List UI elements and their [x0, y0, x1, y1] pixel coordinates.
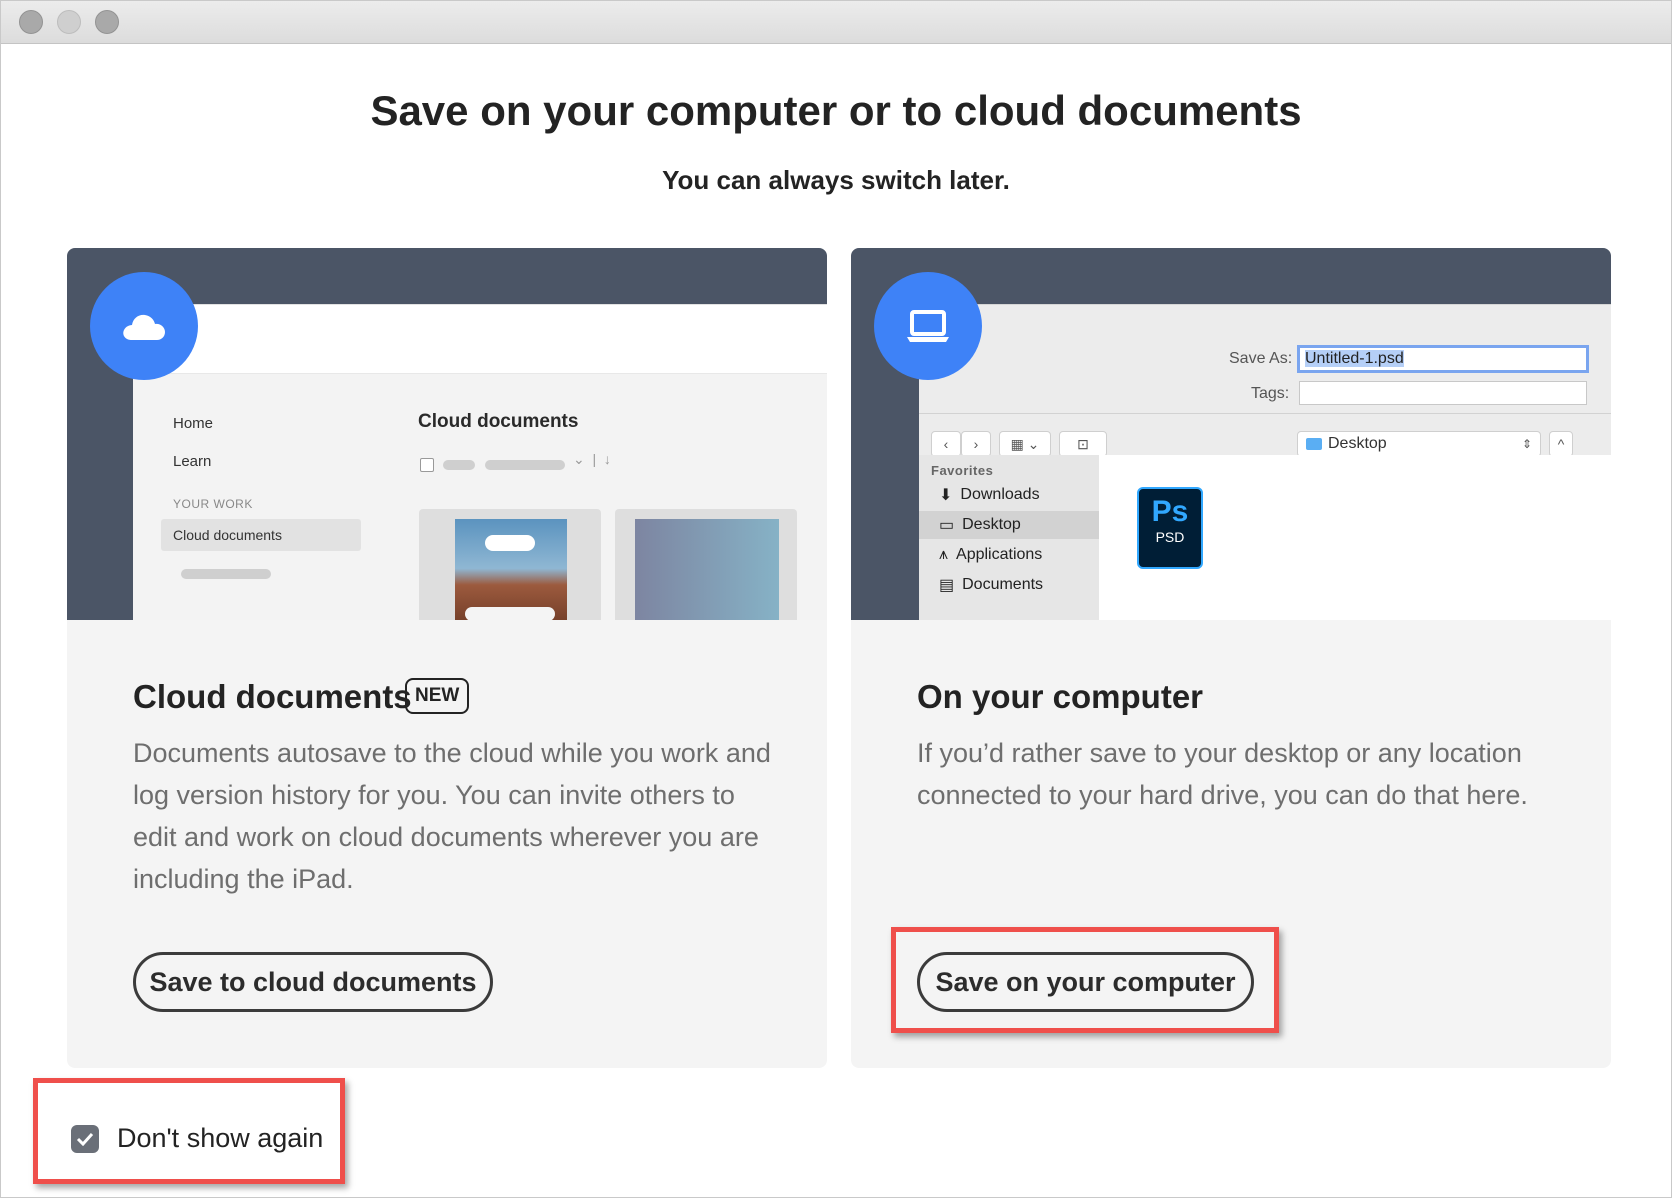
mock-new-folder-icon: ⊡	[1059, 431, 1107, 457]
mock-location-select: Desktop ⇕	[1297, 431, 1541, 457]
applications-icon: ⩚	[939, 546, 949, 563]
cloud-icon	[123, 314, 165, 340]
save-to-cloud-button[interactable]: Save to cloud documents	[133, 952, 493, 1012]
dialog-subtitle: You can always switch later.	[662, 165, 1010, 195]
mock-nav-home: Home	[173, 415, 214, 432]
computer-card-title: On your computer	[917, 678, 1204, 715]
dialog-title: Save on your computer or to cloud docume…	[370, 87, 1302, 134]
mock-forward-icon: ›	[961, 431, 991, 457]
computer-illustration: Save As: Untitled-1.psd Tags: ‹ › ▦ ⌄ ⊡ …	[851, 248, 1611, 620]
mock-save-as-label: Save As:	[1229, 350, 1293, 367]
minimize-window-button[interactable]	[57, 10, 81, 34]
close-window-button[interactable]	[19, 10, 43, 34]
mock-nav-learn: Learn	[173, 453, 212, 470]
cloud-card-description: Documents autosave to the cloud while yo…	[133, 738, 771, 894]
highlight-box	[33, 1078, 345, 1184]
mock-tags-label: Tags:	[1251, 385, 1290, 402]
mock-gradient-thumbnail	[635, 519, 779, 620]
cloud-card-title: Cloud documents	[133, 678, 412, 715]
folder-icon	[1306, 438, 1322, 450]
cloud-illustration: Home Learn YOUR WORK Cloud documents Clo…	[67, 248, 827, 620]
psd-file-icon: Ps PSD	[1137, 487, 1203, 569]
mock-save-as-field: Untitled-1.psd	[1297, 345, 1589, 373]
mock-item-desktop: ▭ Desktop	[939, 516, 1021, 534]
mock-item-documents: ▤ Documents	[939, 576, 1044, 594]
cloud-circle	[90, 272, 198, 380]
mock-nav-cloud: Cloud documents	[173, 527, 282, 543]
mock-sidebar: Favorites ⬇ Downloads ▭ Desktop ⩚ Applicati…	[919, 455, 1099, 620]
desktop-icon: ▭	[939, 517, 955, 534]
mock-heading: Cloud documents	[418, 411, 579, 432]
mock-item-downloads: ⬇ Downloads	[939, 486, 1040, 504]
mock-tags-field	[1299, 381, 1587, 405]
dialog-window: Save on your computer or to cloud docume…	[0, 0, 1672, 1198]
title-bar	[1, 1, 1671, 44]
new-badge: NEW	[405, 678, 470, 714]
computer-card-description: If you’d rather save to your desktop or …	[917, 738, 1528, 810]
computer-circle	[874, 272, 982, 380]
mock-back-icon: ‹	[931, 431, 961, 457]
mock-item-applications: ⩚ Applications	[939, 546, 1043, 563]
download-icon: ⬇	[939, 487, 953, 504]
documents-icon: ▤	[939, 577, 955, 594]
cloud-app-mockup: Home Learn YOUR WORK Cloud documents Clo…	[133, 304, 827, 620]
laptop-icon	[907, 310, 949, 342]
mock-chevron-icon: ⌄ | ↓	[573, 451, 611, 467]
mock-collapse-icon: ^	[1549, 431, 1573, 457]
mock-view-icon: ▦ ⌄	[999, 431, 1051, 457]
highlight-box	[891, 927, 1279, 1033]
zoom-window-button[interactable]	[95, 10, 119, 34]
cloud-documents-card: Home Learn YOUR WORK Cloud documents Clo…	[67, 248, 827, 1068]
save-dialog-mockup: Save As: Untitled-1.psd Tags: ‹ › ▦ ⌄ ⊡ …	[919, 304, 1611, 620]
mock-section-label: YOUR WORK	[173, 497, 253, 511]
mock-photo-thumbnail	[455, 519, 567, 620]
updown-icon: ⇕	[1521, 437, 1532, 451]
